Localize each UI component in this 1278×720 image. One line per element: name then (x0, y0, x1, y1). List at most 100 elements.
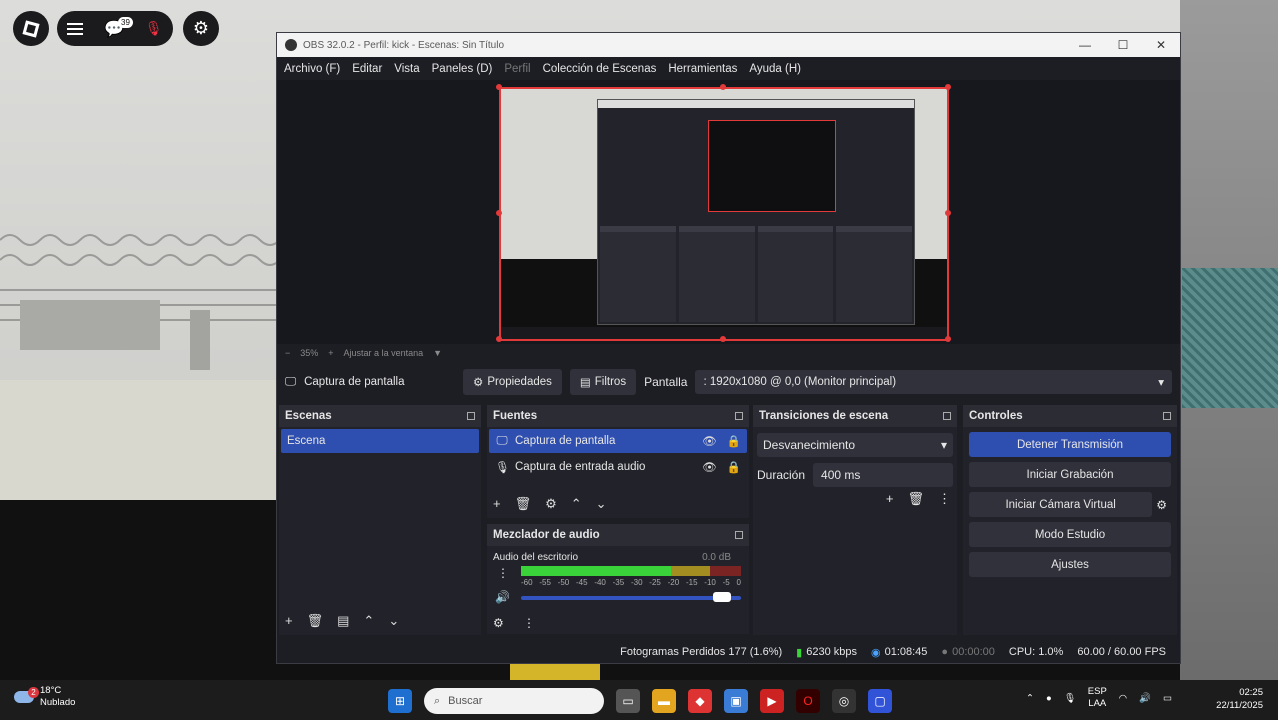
menu-herramientas[interactable]: Herramientas (668, 63, 737, 75)
mic-muted-icon[interactable]: 🎙 (145, 20, 163, 37)
app-icon-youtube[interactable]: ▶ (760, 689, 784, 713)
scene-item[interactable]: Escena (281, 429, 479, 453)
weather-widget[interactable]: 2 18°C Nublado (14, 685, 75, 709)
resize-handle[interactable] (496, 84, 502, 90)
minimize-button[interactable]: — (1066, 38, 1104, 52)
mixer-settings-icon[interactable]: ⚙ (493, 616, 504, 630)
undock-icon[interactable] (1163, 412, 1171, 420)
zoom-out-button[interactable]: − (285, 348, 290, 358)
transition-select[interactable]: Desvanecimiento ▾ (757, 433, 953, 457)
tray-app-icon[interactable]: ● (1046, 693, 1052, 704)
start-recording-button[interactable]: Iniciar Grabación (969, 462, 1171, 487)
roblox-logo-button[interactable] (13, 11, 49, 46)
dropped-frames: Fotogramas Perdidos 177 (1.6%) (620, 646, 783, 658)
monitor-icon: 🖵 (496, 434, 508, 447)
meter-tick: -20 (667, 578, 680, 587)
filters-button[interactable]: ▤ Filtros (569, 369, 637, 395)
menu-icon[interactable] (67, 22, 84, 35)
filter-icon[interactable]: ▤ (337, 613, 349, 629)
chain-fence (1182, 268, 1278, 408)
store-icon[interactable]: ▣ (724, 689, 748, 713)
close-button[interactable]: ✕ (1142, 38, 1180, 52)
channel-menu-icon[interactable]: ⋮ (497, 566, 509, 580)
screen-value: : 1920x1080 @ 0,0 (Monitor principal) (703, 376, 897, 388)
gear-icon[interactable]: ⚙ (545, 496, 557, 512)
microphone-icon: 🎙 (495, 462, 510, 474)
zoom-in-button[interactable]: + (328, 348, 333, 358)
gear-icon[interactable]: ⚙ (1156, 498, 1167, 512)
add-icon[interactable]: + (493, 496, 501, 512)
source-item[interactable]: 🎙 Captura de entrada audio 👁 🔒 (489, 455, 747, 479)
transition-value: Desvanecimiento (763, 438, 856, 452)
studio-mode-button[interactable]: Modo Estudio (969, 522, 1171, 547)
chevron-up-icon[interactable]: ⌃ (1026, 693, 1034, 704)
add-icon[interactable]: + (285, 613, 293, 629)
menu-perfil[interactable]: Perfil (504, 63, 530, 75)
preview-canvas[interactable] (499, 87, 949, 341)
undock-icon[interactable] (735, 412, 743, 420)
volume-icon[interactable]: 🔊 (1139, 693, 1151, 704)
opera-icon[interactable]: O (796, 689, 820, 713)
fps: 60.00 / 60.00 FPS (1077, 646, 1166, 658)
resize-handle[interactable] (720, 336, 726, 342)
start-icon[interactable]: ⊞ (388, 689, 412, 713)
resize-handle[interactable] (945, 210, 951, 216)
volume-fader[interactable] (521, 596, 741, 600)
screen-select[interactable]: : 1920x1080 @ 0,0 (Monitor principal) ▾ (695, 370, 1172, 394)
add-icon[interactable]: + (886, 491, 894, 507)
lock-icon[interactable]: 🔒 (727, 460, 741, 474)
resize-handle[interactable] (496, 210, 502, 216)
properties-button[interactable]: ⚙ Propiedades (463, 369, 562, 395)
chevron-down-icon[interactable]: ⌄ (596, 496, 607, 512)
file-explorer-icon[interactable]: ▬ (652, 689, 676, 713)
mixer-menu-icon[interactable]: ⋮ (523, 616, 535, 630)
menu-archivo[interactable]: Archivo (F) (284, 63, 340, 75)
preview-area[interactable] (277, 80, 1180, 344)
menu-paneles[interactable]: Paneles (D) (432, 63, 493, 75)
more-icon[interactable]: ⋮ (938, 491, 951, 507)
app-icon-red[interactable]: ◆ (688, 689, 712, 713)
speaker-icon[interactable]: 🔊 (495, 590, 510, 604)
undock-icon[interactable] (467, 412, 475, 420)
trash-icon[interactable]: 🗑 (907, 491, 924, 507)
microphone-icon[interactable]: 🎙 (1064, 693, 1076, 704)
menu-coleccion[interactable]: Colección de Escenas (543, 63, 657, 75)
obs-taskbar-icon[interactable]: ◎ (832, 689, 856, 713)
virtual-camera-button[interactable]: Iniciar Cámara Virtual (969, 492, 1153, 517)
source-item[interactable]: 🖵 Captura de pantalla 👁 🔒 (489, 429, 747, 453)
fit-window-label[interactable]: Ajustar a la ventana (344, 348, 424, 358)
clock[interactable]: 02:25 22/11/2025 (1207, 686, 1263, 712)
weather-desc: Nublado (40, 697, 76, 708)
trash-icon[interactable]: 🗑 (307, 613, 324, 629)
language-indicator[interactable]: ESP LAA (1088, 686, 1107, 710)
roblox-settings-button[interactable]: ⚙ (183, 11, 219, 46)
search-box[interactable]: ⌕ Buscar (424, 688, 604, 714)
menu-vista[interactable]: Vista (394, 63, 419, 75)
resize-handle[interactable] (496, 336, 502, 342)
resize-handle[interactable] (945, 84, 951, 90)
settings-button[interactable]: Ajustes (969, 552, 1171, 577)
task-view-icon[interactable]: ▭ (616, 689, 640, 713)
battery-icon[interactable]: ▭ (1163, 693, 1172, 704)
duration-input[interactable]: 400 ms (813, 463, 953, 487)
lock-icon[interactable]: 🔒 (727, 434, 741, 448)
wifi-icon[interactable]: ◠ (1119, 693, 1127, 704)
eye-icon[interactable]: 👁 (702, 434, 717, 448)
menu-editar[interactable]: Editar (352, 63, 382, 75)
maximize-button[interactable]: ☐ (1104, 38, 1142, 52)
undock-icon[interactable] (735, 531, 743, 539)
undock-icon[interactable] (943, 412, 951, 420)
duration-value: 400 ms (821, 468, 861, 482)
menu-ayuda[interactable]: Ayuda (H) (749, 63, 801, 75)
eye-icon[interactable]: 👁 (702, 460, 717, 474)
resize-handle[interactable] (945, 336, 951, 342)
volume-knob[interactable] (713, 592, 731, 602)
chevron-up-icon[interactable]: ⌃ (363, 613, 374, 629)
roblox-taskbar-icon[interactable]: ▢ (868, 689, 892, 713)
trash-icon[interactable]: 🗑 (515, 496, 532, 512)
chevron-down-icon[interactable]: ▼ (433, 348, 442, 358)
chevron-down-icon[interactable]: ⌄ (388, 613, 399, 629)
resize-handle[interactable] (720, 84, 726, 90)
stop-stream-button[interactable]: Detener Transmisión (969, 432, 1171, 457)
chevron-up-icon[interactable]: ⌃ (571, 496, 582, 512)
